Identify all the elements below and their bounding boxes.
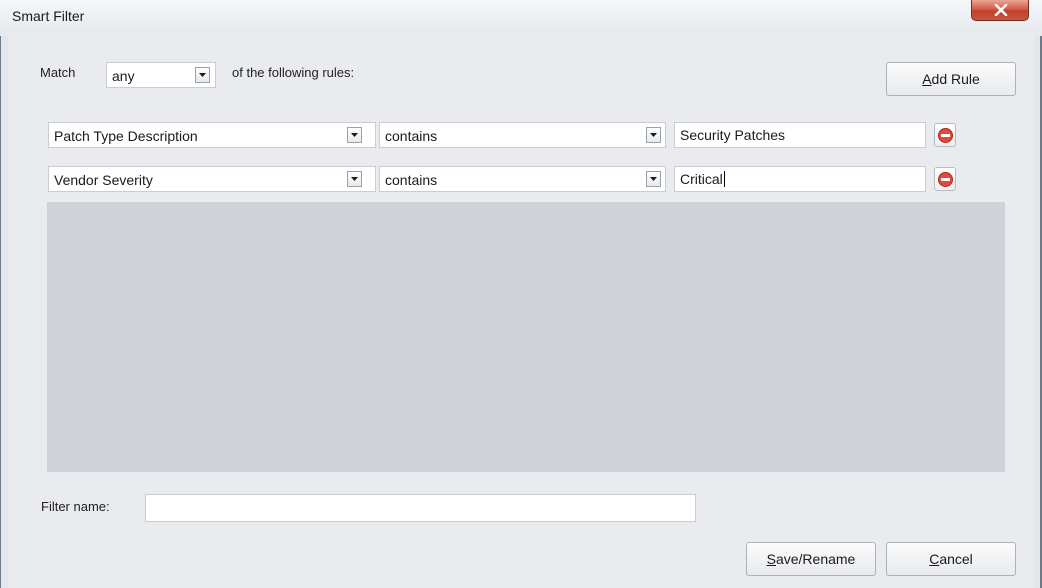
chevron-down-icon	[650, 177, 657, 181]
window-frame-left	[0, 36, 8, 588]
rule-2-operator-dropdown-button[interactable]	[646, 171, 661, 187]
cancel-mnemonic: C	[929, 551, 940, 567]
save-rename-button[interactable]: Save/Rename	[746, 542, 876, 576]
rule-1-value-text: Security Patches	[680, 127, 786, 143]
rule-2-operator-value: contains	[385, 172, 438, 188]
dialog-body: Match any of the following rules: Add Ru…	[12, 36, 1030, 588]
match-suffix-label: of the following rules:	[232, 65, 355, 80]
match-label: Match	[40, 65, 76, 80]
rule-1-value-input[interactable]: Security Patches	[674, 122, 926, 148]
rule-2-field-dropdown-button[interactable]	[347, 171, 362, 187]
filter-name-label: Filter name:	[41, 499, 110, 514]
rule-2-value-text: Critical	[680, 171, 723, 187]
add-rule-button[interactable]: Add Rule	[886, 62, 1016, 96]
match-mode-select[interactable]: any	[106, 62, 216, 88]
smart-filter-dialog: Smart Filter Match any of the following …	[0, 0, 1042, 588]
rule-1-field-value: Patch Type Description	[54, 128, 198, 144]
filter-name-input[interactable]	[145, 494, 696, 522]
save-mnemonic: S	[766, 551, 776, 567]
chevron-down-icon	[351, 177, 358, 181]
rule-1-operator-value: contains	[385, 128, 438, 144]
chevron-down-icon	[351, 133, 358, 137]
window-title: Smart Filter	[12, 8, 85, 24]
rule-1-operator-select[interactable]: contains	[379, 122, 666, 148]
chevron-down-icon	[199, 73, 206, 77]
remove-icon	[938, 172, 953, 187]
rule-2-value-wrap: Critical	[680, 171, 725, 187]
window-frame-right	[1034, 36, 1042, 588]
rule-2-value-input[interactable]: Critical	[674, 166, 926, 192]
rule-1-remove-button[interactable]	[934, 123, 956, 147]
add-rule-label: dd Rule	[931, 71, 980, 87]
cancel-button[interactable]: Cancel	[886, 542, 1016, 576]
chevron-down-icon	[650, 133, 657, 137]
rule-1-field-select[interactable]: Patch Type Description	[48, 122, 376, 148]
match-mode-value: any	[112, 68, 135, 84]
rules-list-area	[47, 202, 1005, 472]
add-rule-mnemonic: A	[922, 71, 932, 87]
rule-1-operator-dropdown-button[interactable]	[646, 127, 661, 143]
rule-2-operator-select[interactable]: contains	[379, 166, 666, 192]
title-bar: Smart Filter	[0, 0, 1042, 36]
rule-2-remove-button[interactable]	[934, 167, 956, 191]
cancel-label: ancel	[939, 551, 973, 567]
rule-1-field-dropdown-button[interactable]	[347, 127, 362, 143]
close-icon	[994, 4, 1008, 16]
rule-2-field-value: Vendor Severity	[54, 172, 153, 188]
rule-2-field-select[interactable]: Vendor Severity	[48, 166, 376, 192]
text-caret	[723, 171, 725, 187]
match-mode-dropdown-button[interactable]	[195, 67, 210, 83]
remove-icon	[938, 128, 953, 143]
close-button[interactable]	[971, 0, 1029, 21]
save-rename-label: ave/Rename	[775, 551, 856, 567]
